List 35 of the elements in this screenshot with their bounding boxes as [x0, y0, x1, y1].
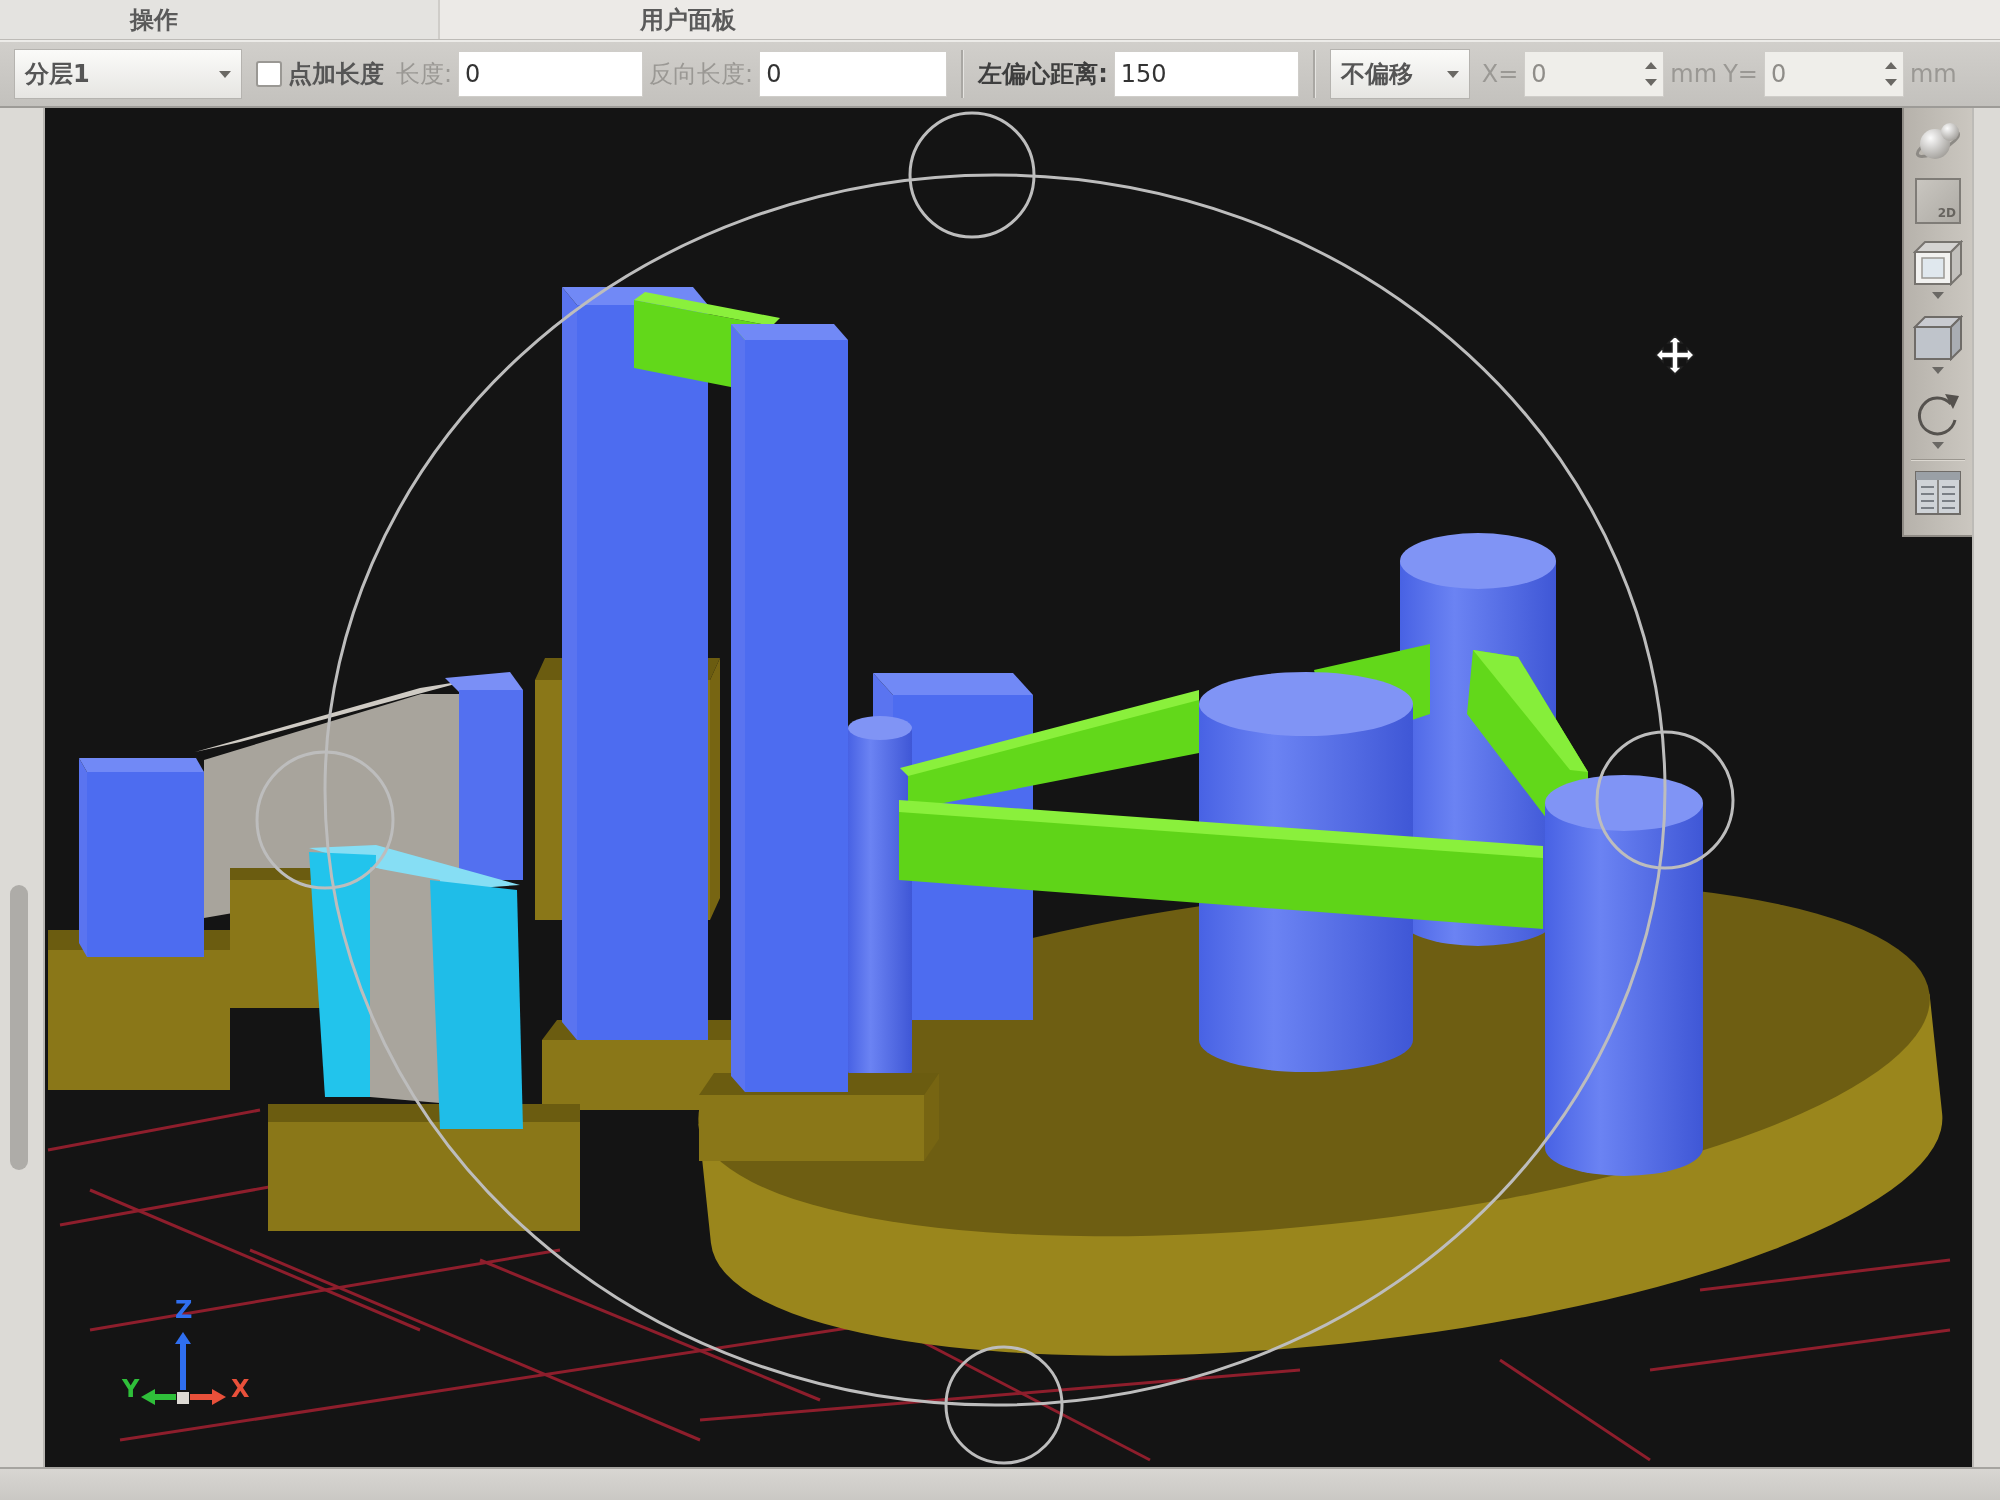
field-label: 左偏心距离:	[978, 59, 1108, 90]
cube-icon	[1913, 315, 1963, 361]
down-caret-icon[interactable]	[1884, 79, 1897, 86]
caret-icon[interactable]	[1932, 292, 1944, 299]
move-cursor-icon	[1654, 334, 1696, 376]
origin-icon	[177, 1392, 189, 1404]
sphere-icon	[1913, 120, 1963, 162]
dropdown[interactable]: 分层1	[14, 49, 242, 99]
cube-icon	[1913, 240, 1963, 286]
panel-title: 操作	[130, 4, 178, 36]
scrollbar-thumb[interactable]	[10, 885, 28, 1170]
caret-icon[interactable]	[1932, 367, 1944, 374]
caret-icon[interactable]	[1932, 442, 1944, 449]
text-field[interactable]: 150	[1113, 51, 1299, 97]
orbit-handle[interactable]	[1595, 730, 1735, 870]
orbit-handle[interactable]	[944, 1345, 1064, 1465]
caret-icon[interactable]	[219, 70, 231, 78]
panel-title: 用户面板	[640, 4, 736, 36]
checkbox[interactable]	[256, 61, 282, 87]
table-icon	[1915, 471, 1961, 515]
dropdown[interactable]: 不偏移	[1329, 49, 1470, 99]
up-caret-icon[interactable]	[1884, 62, 1897, 69]
table-button[interactable]	[1915, 471, 1961, 515]
checkbox-label[interactable]: 点加长度	[288, 58, 384, 90]
front-view-button[interactable]	[1913, 240, 1963, 299]
caret-icon[interactable]	[1446, 70, 1459, 78]
orbit-circle[interactable]	[323, 173, 1667, 1407]
orbit-handle[interactable]	[255, 750, 395, 890]
up-caret-icon[interactable]	[1645, 62, 1658, 69]
orbit-handle[interactable]	[908, 111, 1036, 239]
down-caret-icon[interactable]	[1645, 79, 1658, 86]
orbit-button[interactable]	[1913, 120, 1963, 162]
iso-view-button[interactable]	[1913, 315, 1963, 374]
axis-label: Y	[122, 1375, 140, 1403]
axis-label: X	[231, 1375, 250, 1403]
